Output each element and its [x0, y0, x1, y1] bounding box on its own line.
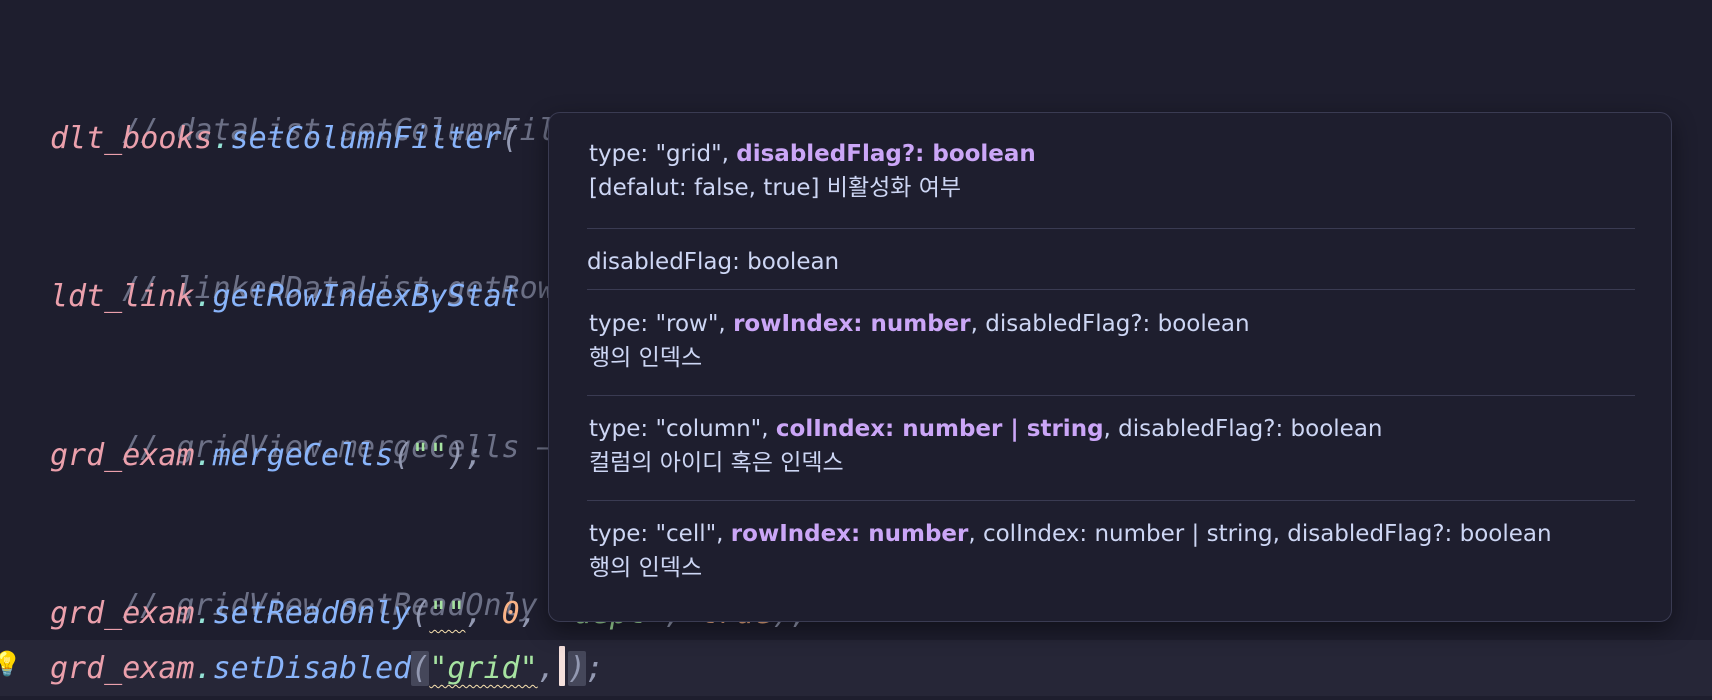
- code-object: grd_exam: [50, 651, 195, 686]
- signature-doc: [defalut: false, true] 비활성화 여부: [589, 175, 962, 201]
- code-line-2[interactable]: dlt_books.setColumnFilter(: [50, 117, 520, 161]
- signature-help-popup[interactable]: type: "grid", disabledFlag?: boolean [de…: [548, 112, 1672, 622]
- matching-paren-close: ): [567, 651, 586, 686]
- signature-doc: 행의 인덱스: [589, 345, 703, 371]
- lightbulb-icon[interactable]: 💡: [0, 650, 22, 678]
- code-object: dlt_books: [50, 121, 213, 156]
- divider: [587, 395, 1635, 396]
- code-punctuation: (: [501, 121, 520, 156]
- code-line-4[interactable]: ldt_link.getRowIndexByStat: [50, 275, 520, 319]
- code-method: setDisabled: [212, 651, 412, 686]
- code-method: getRowIndexByStat: [212, 279, 520, 314]
- code-string: "grid": [429, 651, 538, 686]
- signature-doc: 행의 인덱스: [589, 555, 703, 581]
- signature-item[interactable]: type: "row", rowIndex: number, disabledF…: [589, 307, 1635, 375]
- divider: [587, 289, 1635, 290]
- code-method: setReadOnly: [212, 596, 412, 631]
- code-object: ldt_link: [50, 279, 195, 314]
- signature-item[interactable]: type: "grid", disabledFlag?: boolean [de…: [589, 137, 1635, 205]
- code-number: 0: [501, 596, 520, 631]
- signature-doc: 컬럼의 아이디 혹은 인덱스: [589, 450, 844, 476]
- code-line-5[interactable]: // gridView.mergeCells — n: [50, 382, 592, 465]
- active-parameter: rowIndex: number: [730, 521, 969, 547]
- active-parameter: colIndex: number | string: [775, 416, 1104, 442]
- code-string: "": [411, 438, 448, 473]
- code-string: "": [429, 596, 466, 631]
- code-editor[interactable]: 💡 // dataList.setColumnFilter type / con…: [0, 0, 1712, 700]
- code-line-7[interactable]: // gridView setReadOnly /: [50, 540, 574, 623]
- signature-item[interactable]: type: "column", colIndex: number | strin…: [589, 412, 1635, 480]
- code-line-3[interactable]: // linkedDataList.getRowIn: [50, 223, 592, 306]
- signature-item[interactable]: type: "cell", rowIndex: number, colIndex…: [589, 517, 1635, 585]
- code-line-7-tail: on: [1666, 540, 1712, 584]
- code-line-9[interactable]: grd_exam.setDisabled("grid",);: [50, 646, 604, 690]
- active-parameter: rowIndex: number: [733, 311, 971, 337]
- signature-item[interactable]: disabledFlag: boolean: [587, 245, 1635, 279]
- code-object: grd_exam: [50, 438, 195, 473]
- code-method: setColumnFilter: [230, 121, 502, 156]
- matching-paren-open: (: [411, 651, 430, 686]
- code-line-1[interactable]: // dataList.setColumnFilter type / condi…: [50, 65, 917, 148]
- divider: [587, 500, 1635, 501]
- active-parameter: disabledFlag?: boolean: [736, 141, 1036, 167]
- code-method: mergeCells: [212, 438, 394, 473]
- divider: [587, 228, 1635, 229]
- text-cursor: [558, 646, 565, 686]
- code-line-6[interactable]: grd_exam.mergeCells("");: [50, 434, 484, 478]
- code-object: grd_exam: [50, 596, 195, 631]
